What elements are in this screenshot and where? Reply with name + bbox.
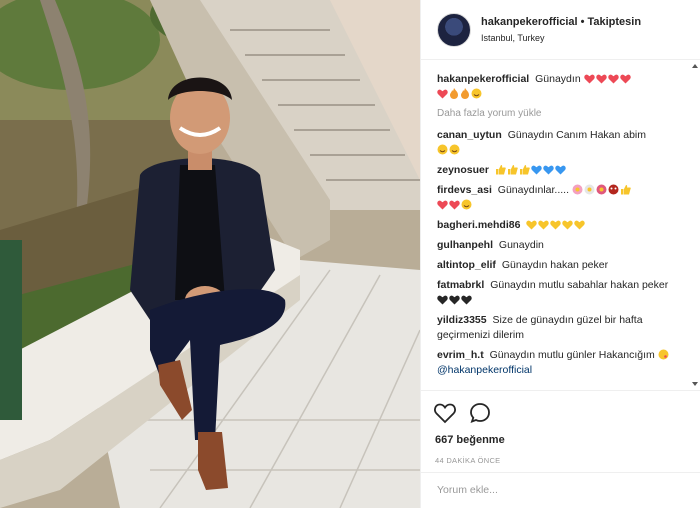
load-more-comments-button[interactable]: Daha fazla yorum yükle (437, 108, 681, 119)
thumbs-up-icon (620, 185, 631, 195)
add-comment-bar (421, 472, 700, 508)
blue-heart-icon (555, 165, 566, 175)
ghost-mask-icon (608, 184, 619, 195)
fire-icon (461, 88, 469, 99)
kiss-face-icon (658, 349, 669, 360)
caption: hakanpekerofficial Günaydın (437, 72, 681, 102)
flower-icon (572, 184, 583, 195)
thumbs-up-icon (495, 165, 506, 175)
comment-input[interactable] (437, 484, 677, 496)
red-heart-icon (583, 74, 595, 84)
yellow-heart-icon (538, 220, 550, 230)
comment-item: firdevs_asi Günaydınlar..... (437, 183, 681, 213)
comment-text: Günaydın mutlu günler Hakancığım (489, 349, 655, 361)
thumbs-up-icon (507, 165, 518, 175)
comment-text: Günaydınlar..... (497, 184, 570, 196)
comment-item: evrim_h.t Günaydın mutlu günler Hakancığ… (437, 348, 681, 378)
heart-emoji-group (583, 73, 632, 85)
yellow-heart-icon (550, 220, 562, 230)
comment-item: fatmabrkl Günaydın mutlu sabahlar hakan … (437, 278, 681, 308)
black-heart-icon (449, 295, 460, 305)
action-icons-row (433, 399, 689, 427)
yellow-heart-icon (562, 220, 574, 230)
avatar[interactable] (437, 12, 471, 47)
heart-icon[interactable] (433, 402, 457, 424)
post-timestamp: 44 DAKİKA ÖNCE (435, 456, 501, 465)
black-hearts-group (437, 294, 473, 306)
smiley-icon (461, 199, 472, 210)
red-heart-icon (607, 74, 619, 84)
comment-username[interactable]: bagheri.mehdi86 (437, 219, 523, 231)
red-heart-icon (437, 200, 448, 210)
post-photo[interactable] (0, 0, 420, 508)
caption-emoji-row (437, 88, 483, 100)
blue-heart-icon (543, 165, 554, 175)
caption-username[interactable]: hakanpekerofficial (437, 73, 532, 85)
comment-item: gulhanpehl Gunaydin (437, 238, 681, 253)
flower-icon (584, 184, 595, 195)
smiley-icon (449, 144, 460, 155)
comments-scrollbar[interactable] (692, 64, 698, 386)
comment-username[interactable]: yildiz3355 (437, 314, 490, 326)
black-heart-icon (461, 295, 472, 305)
likes-count[interactable]: 667 beğenme (435, 434, 689, 446)
comment-username[interactable]: zeynosuer (437, 164, 492, 176)
yellow-heart-icon (574, 220, 586, 230)
comment-text: Günaydın hakan peker (501, 259, 609, 271)
follow-status-button[interactable]: Takiptesin (587, 16, 641, 28)
comment-username[interactable]: gulhanpehl (437, 239, 496, 251)
comment-username[interactable]: firdevs_asi (437, 184, 495, 196)
blue-heart-icon (531, 165, 542, 175)
comment-username[interactable]: canan_uytun (437, 129, 505, 141)
comment-username[interactable]: evrim_h.t (437, 349, 487, 361)
comment-item: bagheri.mehdi86 (437, 218, 681, 233)
post-header: hakanpekerofficial • Takiptesin Istanbul, … (421, 0, 700, 60)
black-heart-icon (437, 295, 448, 305)
scroll-down-arrow-icon[interactable] (692, 382, 698, 386)
caption-text: Günaydın (535, 73, 581, 85)
header-text: hakanpekerofficial • Takiptesin Istanbul, … (481, 14, 641, 46)
comment-item: altintop_elif Günaydın hakan peker (437, 258, 681, 273)
comment-text: Günaydın Canım Hakan abim (507, 129, 647, 141)
comment-text: Gunaydin (498, 239, 544, 251)
post-actions: 667 beğenme 44 DAKİKA ÖNCE (421, 390, 700, 465)
photo-illustration (0, 0, 420, 508)
comment-item: zeynosuer (437, 163, 681, 178)
red-heart-icon (437, 89, 448, 99)
comment-item: yildiz3355 Size de günaydın güzel bir ha… (437, 313, 681, 343)
yellow-heart-icon (526, 220, 538, 230)
red-heart-icon (595, 74, 607, 84)
location-link[interactable]: Istanbul, Turkey (481, 30, 641, 46)
header-username[interactable]: hakanpekerofficial (481, 16, 578, 28)
header-separator: • (580, 15, 585, 28)
flower-icon (596, 184, 607, 195)
comment-text: Günaydın mutlu sabahlar hakan peker (490, 279, 669, 291)
scroll-up-arrow-icon[interactable] (692, 64, 698, 68)
smiley-icon (471, 88, 482, 99)
comment-username[interactable]: fatmabrkl (437, 279, 487, 291)
thumbs-up-icon (519, 165, 530, 175)
comment-icon[interactable] (469, 402, 491, 424)
mention-link[interactable]: @hakanpekerofficial (437, 364, 532, 376)
comments-list: hakanpekerofficial Günaydın Daha fazla y… (421, 60, 700, 390)
red-heart-icon (619, 74, 631, 84)
comment-item: canan_uytun Günaydın Canım Hakan abim (437, 128, 681, 158)
instagram-post: hakanpekerofficial • Takiptesin Istanbul, … (0, 0, 700, 508)
smiley-icon (437, 144, 448, 155)
header-line: hakanpekerofficial • Takiptesin (481, 14, 641, 30)
post-details-panel: hakanpekerofficial • Takiptesin Istanbul, … (420, 0, 700, 508)
fire-icon (450, 88, 458, 99)
comment-username[interactable]: altintop_elif (437, 259, 499, 271)
red-heart-icon (449, 200, 460, 210)
